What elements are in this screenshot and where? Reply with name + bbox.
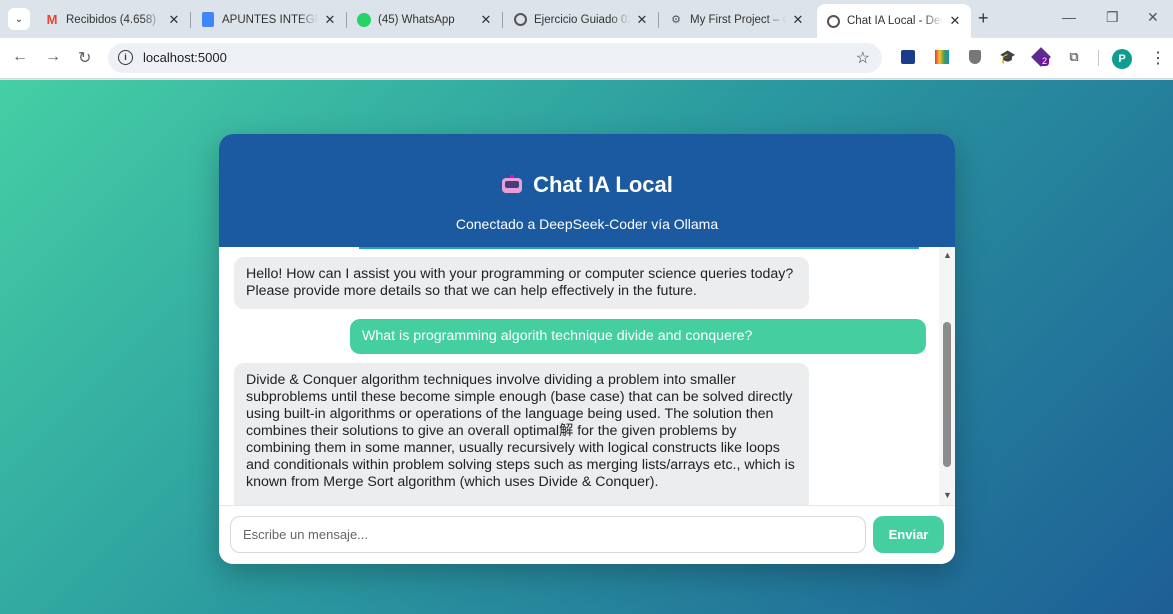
address-bar[interactable]: i localhost:5000 ☆ bbox=[108, 43, 882, 73]
new-tab-button[interactable]: + bbox=[978, 8, 989, 29]
globe-icon bbox=[825, 13, 841, 29]
bookmark-star-icon[interactable]: ☆ bbox=[856, 48, 870, 68]
extension-badge-icon[interactable]: 2 bbox=[1031, 47, 1051, 67]
puzzle-extensions-icon[interactable]: ⧉ bbox=[1065, 48, 1083, 66]
color-palette-extension-icon[interactable] bbox=[933, 48, 951, 66]
close-icon[interactable]: ✕ bbox=[322, 12, 338, 28]
forward-icon[interactable]: → bbox=[45, 48, 61, 66]
whatsapp-icon bbox=[356, 12, 372, 28]
chat-container: Chat IA Local Conectado a DeepSeek-Coder… bbox=[219, 134, 955, 564]
url-text: localhost:5000 bbox=[143, 50, 227, 65]
restore-icon[interactable]: ❐ bbox=[1106, 9, 1119, 26]
bot-message: Hello! How can I assist you with your pr… bbox=[234, 257, 809, 309]
close-icon[interactable]: ✕ bbox=[478, 12, 494, 28]
tab-separator bbox=[190, 12, 191, 28]
minimize-icon[interactable]: — bbox=[1062, 9, 1076, 25]
message-scrollbar[interactable]: ▲ ▼ bbox=[939, 247, 955, 505]
tab-title: My First Project – C bbox=[690, 13, 786, 26]
tab-separator bbox=[502, 12, 503, 28]
robot-icon bbox=[501, 175, 523, 195]
chat-title: Chat IA Local bbox=[219, 172, 955, 198]
tab-docs[interactable]: APUNTES INTEGRA ✕ bbox=[192, 5, 346, 34]
previous-message-edge bbox=[359, 247, 919, 249]
tab-separator bbox=[346, 12, 347, 28]
tab-strip: ⌄ M Recibidos (4.658) - ✕ APUNTES INTEGR… bbox=[0, 0, 1173, 38]
scroll-up-icon[interactable]: ▲ bbox=[943, 250, 952, 260]
tab-gmail[interactable]: M Recibidos (4.658) - ✕ bbox=[36, 5, 190, 34]
globe-icon bbox=[512, 12, 528, 28]
toolbar: ← → ↻ i localhost:5000 ☆ bbox=[0, 38, 1173, 79]
tab-title: (45) WhatsApp bbox=[378, 13, 455, 26]
close-icon[interactable]: ✕ bbox=[166, 12, 182, 28]
shield-icon[interactable] bbox=[966, 48, 984, 66]
tab-title: Ejercicio Guiado 02 bbox=[534, 13, 630, 26]
reload-icon[interactable]: ↻ bbox=[78, 48, 91, 68]
tab-chat-ia[interactable]: Chat IA Local - Dee ✕ bbox=[817, 4, 971, 38]
tab-separator bbox=[658, 12, 659, 28]
tab-whatsapp[interactable]: (45) WhatsApp ✕ bbox=[348, 5, 502, 34]
tab-title: Chat IA Local - Dee bbox=[847, 15, 943, 27]
page-background: Chat IA Local Conectado a DeepSeek-Coder… bbox=[0, 80, 1173, 614]
tab-ejercicio[interactable]: Ejercicio Guiado 02 ✕ bbox=[504, 5, 658, 34]
close-icon[interactable]: ✕ bbox=[634, 12, 650, 28]
close-icon[interactable]: ✕ bbox=[947, 13, 963, 29]
message-input[interactable] bbox=[230, 516, 866, 553]
close-icon[interactable]: ✕ bbox=[790, 12, 806, 28]
window-close-icon[interactable]: ✕ bbox=[1147, 9, 1159, 26]
user-message: What is programming algorith technique d… bbox=[350, 319, 926, 354]
scroll-down-icon[interactable]: ▼ bbox=[943, 490, 952, 500]
message-composer: Enviar bbox=[219, 505, 955, 564]
send-button[interactable]: Enviar bbox=[873, 516, 944, 553]
scrollbar-thumb[interactable] bbox=[943, 322, 951, 467]
chat-header: Chat IA Local Conectado a DeepSeek-Coder… bbox=[219, 134, 955, 247]
profile-avatar[interactable]: P bbox=[1112, 49, 1132, 69]
tab-first-project[interactable]: ⚙ My First Project – C ✕ bbox=[660, 5, 814, 34]
graduation-cap-icon[interactable]: 🎓 bbox=[999, 48, 1017, 66]
bookmark-manager-icon[interactable] bbox=[899, 48, 917, 66]
bot-message: Divide & Conquer algorithm techniques in… bbox=[234, 363, 809, 505]
tab-title: APUNTES INTEGRA bbox=[222, 13, 318, 26]
toolbar-divider bbox=[1098, 50, 1099, 66]
back-icon[interactable]: ← bbox=[12, 48, 28, 66]
site-info-icon[interactable]: i bbox=[118, 50, 133, 65]
chat-subtitle: Conectado a DeepSeek-Coder vía Ollama bbox=[455, 216, 719, 232]
gear-icon: ⚙ bbox=[671, 14, 681, 26]
more-menu-icon[interactable]: ⋮ bbox=[1150, 48, 1166, 68]
gmail-icon: M bbox=[46, 12, 58, 27]
tab-title: Recibidos (4.658) - bbox=[66, 13, 162, 26]
badge-count: 2 bbox=[1040, 56, 1050, 66]
tab-search-button[interactable]: ⌄ bbox=[8, 8, 30, 30]
chat-title-text: Chat IA Local bbox=[533, 172, 673, 197]
docs-icon bbox=[200, 12, 216, 28]
message-list[interactable]: Hello! How can I assist you with your pr… bbox=[219, 247, 939, 505]
